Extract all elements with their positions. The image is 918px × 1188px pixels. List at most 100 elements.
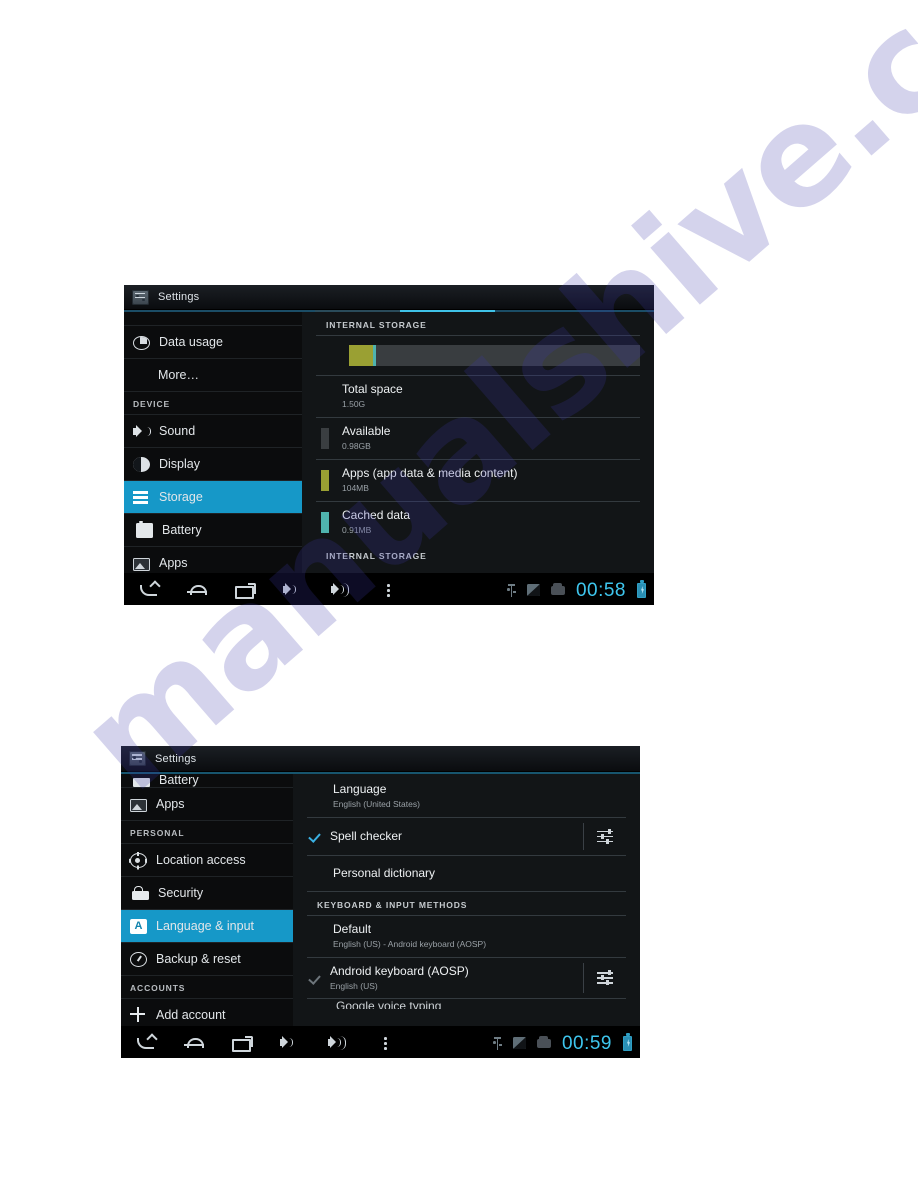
row-title: Available [342, 424, 391, 438]
sidebar-item-label: Backup & reset [156, 952, 241, 966]
volume-down-icon[interactable] [282, 581, 304, 599]
data-usage-icon [133, 335, 150, 350]
spell-checker-toggle-area[interactable]: Spell checker [307, 823, 583, 850]
sidebar-item-add-account[interactable]: Add account [121, 999, 293, 1026]
sidebar-item-label: Apps [159, 556, 188, 570]
sidebar-item-apps[interactable]: Apps [121, 788, 293, 821]
row-spell-checker[interactable]: Spell checker [307, 818, 626, 856]
settings-sidebar[interactable]: Data usage More… DEVICE Sound Display St… [124, 312, 302, 573]
spell-checker-settings-button[interactable] [584, 828, 626, 844]
settings-gear-icon [129, 751, 146, 766]
sidebar-item-security[interactable]: Security [121, 877, 293, 910]
recents-icon[interactable] [234, 581, 256, 599]
app-title: Settings [155, 752, 197, 765]
storage-row-available[interactable]: Available 0.98GB [316, 418, 640, 460]
settings-sidebar[interactable]: Battery Apps PERSONAL Location access Se… [121, 774, 293, 1026]
apps-icon [130, 798, 147, 812]
row-value: 104MB [342, 483, 369, 493]
row-value: 0.91MB [342, 525, 372, 535]
sidebar-item-label: Sound [159, 424, 196, 438]
sidebar-item-battery[interactable]: Battery [124, 514, 302, 547]
overflow-menu-icon[interactable] [378, 581, 400, 599]
sidebar-item-language-input[interactable]: A Language & input [121, 910, 293, 943]
storage-row-total-space[interactable]: Total space 1.50G [316, 376, 640, 418]
status-area[interactable]: 00:58 [507, 580, 646, 600]
row-language[interactable]: Language English (United States) [307, 774, 626, 818]
back-icon[interactable] [135, 1034, 157, 1052]
storage-icon [133, 491, 150, 505]
sidebar-item-sound[interactable]: Sound [124, 415, 302, 448]
sidebar-item-label: Battery [162, 523, 202, 537]
sidebar-item-partial-top[interactable] [124, 312, 302, 326]
navigation-buttons [135, 1034, 397, 1052]
location-icon [130, 852, 147, 868]
sidebar-item-more[interactable]: More… [124, 359, 302, 392]
sidebar-item-storage[interactable]: Storage [124, 481, 302, 514]
back-icon[interactable] [138, 581, 160, 599]
overflow-menu-icon[interactable] [375, 1034, 397, 1052]
swatch-none [321, 386, 329, 407]
sidebar-item-apps[interactable]: Apps [124, 547, 302, 573]
sidebar-item-label: Add account [156, 1008, 226, 1022]
apps-icon [133, 557, 150, 571]
sidebar-item-backup-reset[interactable]: Backup & reset [121, 943, 293, 976]
sidebar-header-accounts: ACCOUNTS [121, 976, 293, 999]
system-navigation-bar[interactable]: 00:58 [124, 573, 654, 605]
volume-up-icon[interactable] [327, 1034, 349, 1052]
sidebar-item-display[interactable]: Display [124, 448, 302, 481]
sidebar-item-battery-partial[interactable]: Battery [121, 774, 293, 788]
settings-gear-icon [132, 289, 149, 305]
storage-row-apps[interactable]: Apps (app data & media content) 104MB [316, 460, 640, 502]
sliders-icon [597, 970, 613, 986]
swatch-none [312, 786, 320, 807]
row-android-keyboard-aosp[interactable]: Android keyboard (AOSP) English (US) [307, 958, 626, 999]
display-icon [133, 457, 150, 472]
system-navigation-bar[interactable]: 00:59 [121, 1026, 640, 1058]
aosp-keyboard-checkbox[interactable] [310, 973, 321, 984]
row-value: English (US) - Android keyboard (AOSP) [333, 939, 487, 949]
sound-icon [133, 423, 151, 440]
sidebar-item-label: Security [158, 886, 204, 900]
volume-up-icon[interactable] [330, 581, 352, 599]
swatch-cached [321, 511, 329, 533]
aosp-keyboard-settings-button[interactable] [584, 970, 626, 986]
usage-segment-free [376, 345, 640, 366]
backup-icon [130, 952, 147, 967]
home-icon[interactable] [186, 581, 208, 599]
sidebar-item-location-access[interactable]: Location access [121, 844, 293, 877]
volume-down-icon[interactable] [279, 1034, 301, 1052]
swatch-none [312, 863, 320, 884]
sidebar-item-data-usage[interactable]: Data usage [124, 326, 302, 359]
sidebar-item-label: Display [159, 457, 200, 471]
sd-card-icon [526, 584, 540, 596]
android-settings-storage-screenshot: Settings Data usage More… DEVICE Sound D… [124, 285, 654, 605]
swatch-none [312, 926, 320, 947]
status-area[interactable]: 00:59 [493, 1033, 632, 1053]
sidebar-item-label: Location access [156, 853, 246, 867]
app-title: Settings [158, 291, 200, 303]
home-icon[interactable] [183, 1034, 205, 1052]
battery-charging-icon [637, 580, 646, 598]
sidebar-item-label: Battery [159, 774, 199, 787]
aosp-keyboard-toggle-area[interactable]: Android keyboard (AOSP) English (US) [307, 958, 583, 998]
recents-icon[interactable] [231, 1034, 253, 1052]
row-google-voice-typing-cutoff[interactable]: Google voice typing [307, 999, 626, 1009]
row-default-keyboard[interactable]: Default English (US) - Android keyboard … [307, 916, 626, 958]
row-value: 1.50G [342, 399, 366, 409]
screen-body: Battery Apps PERSONAL Location access Se… [121, 774, 640, 1026]
sidebar-item-label: Language & input [156, 919, 255, 933]
lock-icon [132, 886, 149, 900]
spell-checker-checkbox[interactable] [310, 831, 321, 842]
storage-row-cached-data[interactable]: Cached data 0.91MB [316, 502, 640, 543]
android-settings-language-screenshot: Settings Battery Apps PERSONAL Location … [121, 746, 640, 1058]
row-title: Google voice typing [336, 999, 442, 1009]
sidebar-header-personal: PERSONAL [121, 821, 293, 844]
row-title: Spell checker [330, 829, 403, 843]
row-personal-dictionary[interactable]: Personal dictionary [307, 856, 626, 892]
sidebar-item-label: Storage [159, 490, 203, 504]
battery-icon [136, 520, 153, 538]
title-bar: Settings [121, 746, 640, 772]
title-bar: Settings [124, 285, 654, 310]
section-header-internal-storage-footer: INTERNAL STORAGE [326, 551, 427, 561]
battery-charging-icon [623, 1033, 632, 1051]
